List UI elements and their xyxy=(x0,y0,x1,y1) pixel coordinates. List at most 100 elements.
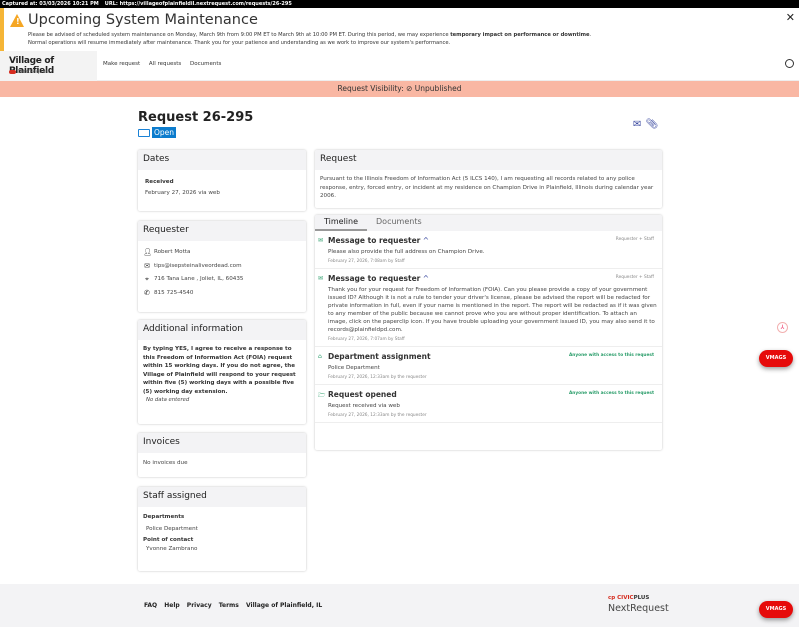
banner-title: Upcoming System Maintenance xyxy=(28,12,258,28)
banner-text: Please be advised of scheduled system ma… xyxy=(28,32,451,38)
status-open: Open xyxy=(152,127,177,138)
capture-bar: Captured at: 03/03/2026 10:21 PM URL: htt… xyxy=(0,0,799,8)
brand[interactable]: Village of Plainfield NextRequest xyxy=(0,51,97,81)
banner-text-end: . xyxy=(589,32,592,38)
event-body: Thank you for your request for Freedom o… xyxy=(328,287,657,333)
visibility-bar: Request Visibility: ⊘ Unpublished xyxy=(0,81,799,97)
person-icon: 👤︎ xyxy=(143,248,152,256)
timeline-event: ✉ Message to requester ^ Requester + Sta… xyxy=(315,231,662,269)
timeline-list: ✉ Message to requester ^ Requester + Sta… xyxy=(315,231,662,423)
pdf-icon[interactable]: ⅄ xyxy=(777,322,788,333)
invoices-text: No invoices due xyxy=(143,460,188,466)
event-title-text: Message to requester xyxy=(328,274,421,283)
footer-faq[interactable]: FAQ xyxy=(144,602,157,609)
footer-help[interactable]: Help xyxy=(164,602,179,609)
envelope-icon: ✉ xyxy=(318,275,324,282)
banner-line-2: Normal operations will resume immediatel… xyxy=(28,40,451,46)
event-meta: February 27, 2026, 12:33am by the reques… xyxy=(328,413,427,418)
event-title-text: Request opened xyxy=(328,390,397,399)
requester-phone: 815 725-4540 xyxy=(154,289,194,296)
requester-heading: Requester xyxy=(138,221,306,241)
tab-documents[interactable]: Documents xyxy=(367,215,431,231)
footer-terms[interactable]: Terms xyxy=(219,602,239,609)
request-card: Request Pursuant to the Illinois Freedom… xyxy=(315,150,662,208)
page-title: Request 26-295 xyxy=(138,110,254,125)
message-icon[interactable]: ✉ xyxy=(633,119,641,130)
poc-label: Point of contact xyxy=(143,537,194,543)
invoices-card: Invoices No invoices due xyxy=(138,433,306,477)
capture-url: URL: https://villageofplainfieldil.nextr… xyxy=(104,1,292,7)
event-body: Police Department xyxy=(328,365,380,371)
request-body: Pursuant to the Illinois Freedom of Info… xyxy=(320,176,654,199)
additional-info-card: Additional information By typing YES, I … xyxy=(138,320,306,424)
invoices-heading: Invoices xyxy=(138,433,306,453)
chevron-up-icon[interactable]: ^ xyxy=(420,274,429,283)
envelope-icon: ✉ xyxy=(318,237,324,244)
request-heading: Request xyxy=(315,150,662,170)
additional-question: By typing YES, I agree to receive a resp… xyxy=(143,346,296,395)
plus-text: PLUS xyxy=(633,595,650,601)
additional-answer: No data entered xyxy=(146,397,190,403)
event-title-text: Message to requester xyxy=(328,236,421,245)
folder-open-icon: 🗁︎ xyxy=(318,392,326,399)
dates-card: Dates Received February 27, 2026 via web xyxy=(138,150,306,211)
staff-card: Staff assigned Departments Police Depart… xyxy=(138,487,306,571)
chevron-up-icon[interactable]: ^ xyxy=(420,236,429,245)
requester-address: 716 Tana Lane , Joliet, IL, 60435 xyxy=(154,276,244,282)
vmags-button-footer[interactable]: VMAGS xyxy=(759,601,793,618)
event-meta: February 27, 2026, 7:07am by Staff xyxy=(328,337,405,342)
event-body: Please also provide the full address on … xyxy=(328,249,485,255)
requester-card: Requester 👤︎ Robert Motta ✉ tips@isepstein… xyxy=(138,221,306,312)
maintenance-banner: ! Upcoming System Maintenance Please be … xyxy=(0,8,799,51)
nextrequest-logo: NextRequest xyxy=(9,69,50,75)
tab-timeline[interactable]: Timeline xyxy=(315,215,368,231)
departments-label: Departments xyxy=(143,514,185,520)
location-pin-icon: ⌖ xyxy=(145,275,149,283)
warning-icon: ! xyxy=(10,14,24,27)
event-title-text: Department assignment xyxy=(328,352,431,361)
event-meta: February 27, 2026, 7:08am by Staff xyxy=(328,259,405,264)
product-name: NextRequest xyxy=(18,69,50,75)
event-audience: Anyone with access to this request xyxy=(568,391,654,396)
event-meta: February 27, 2026, 12:33am by the reques… xyxy=(328,375,427,380)
timeline-event: ✉ Message to requester ^ Requester + Sta… xyxy=(315,269,662,347)
folder-open-icon xyxy=(138,128,150,137)
paperclip-icon[interactable]: 📎︎ xyxy=(645,119,658,130)
civicplus-icon xyxy=(9,69,16,74)
department-value: Police Department xyxy=(146,525,198,532)
eye-slash-icon: ⊘ xyxy=(406,84,413,93)
building-icon: ⌂ xyxy=(318,353,322,360)
received-label: Received xyxy=(145,179,174,185)
staff-heading: Staff assigned xyxy=(138,487,306,507)
close-banner-button[interactable]: ✕ xyxy=(786,11,795,24)
vmags-button[interactable]: VMAGS xyxy=(759,350,793,367)
footer-privacy[interactable]: Privacy xyxy=(187,602,212,609)
event-audience: Requester + Staff xyxy=(615,275,654,280)
top-nav: Village of Plainfield NextRequest Make r… xyxy=(0,51,799,81)
civicplus-logo: cp CIVICPLUS xyxy=(608,595,650,601)
status-badge: Open xyxy=(138,127,177,138)
timeline-event: ⌂ Department assignment Anyone with acce… xyxy=(315,347,662,385)
envelope-icon: ✉ xyxy=(144,261,150,270)
event-body: Request received via web xyxy=(328,403,400,409)
additional-heading: Additional information xyxy=(138,320,306,340)
user-account-icon[interactable] xyxy=(785,59,794,68)
requester-email[interactable]: tips@isepsteinaliveordead.com xyxy=(154,262,242,271)
visibility-label: Request Visibility: xyxy=(337,84,404,93)
civic-text: CIVIC xyxy=(617,595,634,601)
dates-heading: Dates xyxy=(138,150,306,170)
footer-village[interactable]: Village of Plainfield, IL xyxy=(246,602,322,609)
nav-make-request[interactable]: Make request xyxy=(103,61,140,67)
footer-nextrequest: NextRequest xyxy=(608,603,669,614)
event-title: Message to requester ^ xyxy=(328,274,657,283)
event-title: Message to requester ^ xyxy=(328,236,657,245)
visibility-value[interactable]: Unpublished xyxy=(415,84,462,93)
phone-icon: ✆ xyxy=(144,288,150,297)
timeline-event: 🗁︎ Request opened Anyone with access to … xyxy=(315,385,662,423)
timeline-card: Timeline Documents ✉ Message to requester… xyxy=(315,215,662,450)
event-audience: Anyone with access to this request xyxy=(568,353,654,358)
banner-line-1: Please be advised of scheduled system ma… xyxy=(28,32,591,38)
banner-bold: temporary impact on performance or downt… xyxy=(450,32,590,38)
nav-documents[interactable]: Documents xyxy=(190,61,221,67)
nav-all-requests[interactable]: All requests xyxy=(149,61,181,67)
